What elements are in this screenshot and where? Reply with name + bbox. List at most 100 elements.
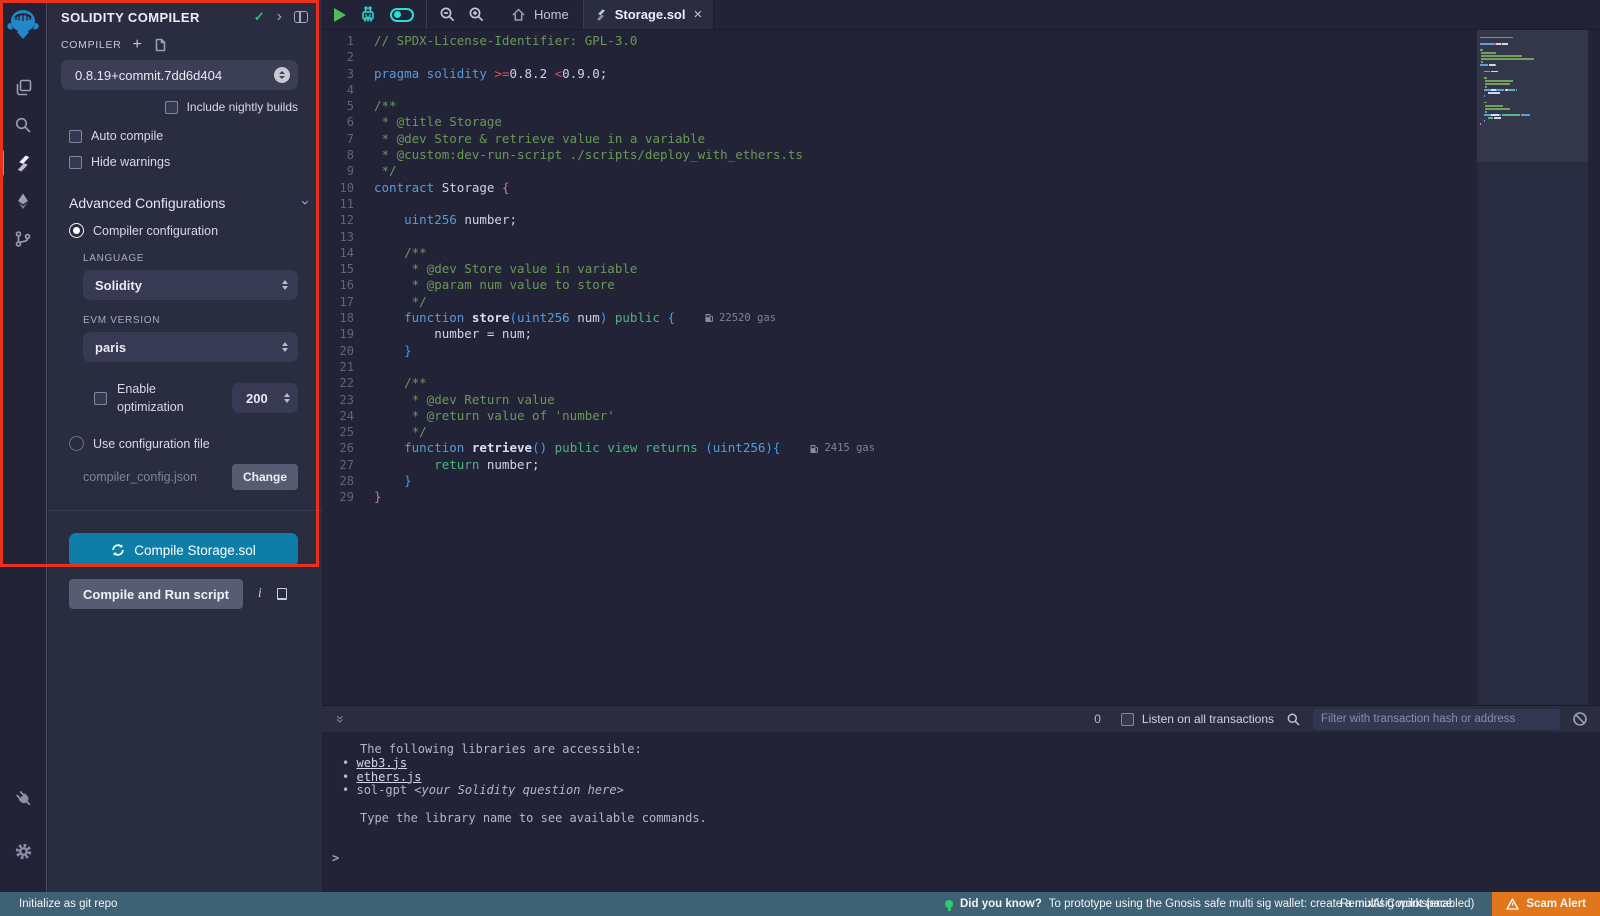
tab-home[interactable]: Home	[497, 0, 583, 29]
compiler-configuration-radio[interactable]	[69, 223, 84, 238]
code-line[interactable]: 16 * @param num value to store	[322, 277, 1600, 293]
open-file-icon[interactable]	[153, 38, 167, 52]
code-line[interactable]: 2	[322, 49, 1600, 65]
terminal-output[interactable]: The following libraries are accessible: …	[322, 732, 1600, 892]
use-config-file-label: Use configuration file	[93, 437, 210, 451]
copy-icon[interactable]	[277, 588, 287, 600]
terminal-search-icon	[1286, 712, 1301, 727]
advanced-configurations-label: Advanced Configurations	[69, 195, 225, 211]
evm-version-select[interactable]: paris	[83, 332, 298, 362]
add-compiler-icon[interactable]: +	[132, 40, 141, 50]
copilot-toggle[interactable]	[390, 8, 414, 22]
language-select[interactable]: Solidity	[83, 270, 298, 300]
code-line[interactable]: 5/**	[322, 98, 1600, 114]
code-line[interactable]: 9 */	[322, 163, 1600, 179]
code-line[interactable]: 6 * @title Storage	[322, 114, 1600, 130]
code-line[interactable]: 29}	[322, 489, 1600, 505]
evm-version-label: EVM VERSION	[83, 315, 322, 326]
zoom-in-icon[interactable]	[468, 6, 485, 23]
transaction-filter-input[interactable]	[1313, 709, 1560, 730]
compiler-section-label: COMPILER	[61, 39, 121, 51]
terminal-collapse-icon[interactable]: »	[333, 712, 349, 726]
web3-link[interactable]: web3.js	[356, 756, 407, 770]
ethers-link[interactable]: ethers.js	[356, 770, 421, 784]
lightbulb-icon	[945, 900, 953, 908]
code-line[interactable]: 14 /**	[322, 245, 1600, 261]
sidebar-item-plugin-manager[interactable]	[0, 769, 53, 829]
evm-version-value: paris	[95, 340, 126, 355]
sidebar-item-search[interactable]	[0, 106, 47, 144]
pin-panel-icon[interactable]	[294, 11, 308, 23]
sidebar-item-file-explorer[interactable]	[0, 68, 47, 106]
tab-storage-sol[interactable]: Storage.sol ×	[584, 0, 715, 29]
advanced-configurations-header[interactable]: Advanced Configurations ›	[69, 194, 308, 211]
change-config-button[interactable]: Change	[232, 464, 298, 490]
code-line[interactable]: 20 }	[322, 343, 1600, 359]
code-line[interactable]: 19 number = num;	[322, 326, 1600, 342]
code-editor[interactable]: 1// SPDX-License-Identifier: GPL-3.023pr…	[322, 30, 1600, 705]
terminal-prompt[interactable]: >	[332, 852, 339, 866]
code-line[interactable]: 13	[322, 229, 1600, 245]
listen-all-transactions-checkbox[interactable]	[1121, 713, 1134, 726]
hide-warnings-checkbox[interactable]	[69, 156, 82, 169]
run-script-play-button[interactable]	[334, 8, 346, 22]
sidebar-item-git[interactable]	[0, 220, 47, 258]
info-icon[interactable]: i	[258, 586, 262, 602]
enable-optimization-checkbox[interactable]	[94, 392, 107, 405]
code-line[interactable]: 21	[322, 359, 1600, 375]
auto-compile-checkbox[interactable]	[69, 130, 82, 143]
chevron-down-icon: ›	[297, 200, 314, 205]
code-line[interactable]: 15 * @dev Store value in variable	[322, 261, 1600, 277]
terminal-toolbar: » 0 Listen on all transactions	[322, 705, 1600, 732]
code-line[interactable]: 10contract Storage {	[322, 180, 1600, 196]
code-line[interactable]: 27 return number;	[322, 457, 1600, 473]
chevron-right-icon[interactable]: ›	[277, 11, 282, 23]
code-line[interactable]: 17 */	[322, 294, 1600, 310]
code-line[interactable]: 3pragma solidity >=0.8.2 <0.9.0;	[322, 66, 1600, 82]
gas-fuel-icon	[705, 313, 714, 323]
include-nightly-checkbox[interactable]	[165, 101, 178, 114]
compile-and-run-button[interactable]: Compile and Run script	[69, 579, 243, 609]
code-line[interactable]: 25 */	[322, 424, 1600, 440]
code-line[interactable]: 12 uint256 number;	[322, 212, 1600, 228]
code-line[interactable]: 24 * @return value of 'number'	[322, 408, 1600, 424]
compiler-version-select[interactable]: 0.8.19+commit.7dd6d404	[61, 60, 298, 90]
close-tab-icon[interactable]: ×	[693, 10, 702, 20]
select-arrows-icon	[282, 342, 288, 352]
git-branch-icon	[14, 230, 32, 248]
minimap-viewport	[1477, 30, 1588, 162]
code-line[interactable]: 28 }	[322, 473, 1600, 489]
auto-compile-label: Auto compile	[91, 129, 163, 143]
enable-optimization-label: Enable optimization	[117, 380, 203, 416]
gas-estimate: 2415 gas	[810, 440, 875, 456]
code-line[interactable]: 22 /**	[322, 375, 1600, 391]
zoom-out-icon[interactable]	[439, 6, 456, 23]
listen-all-transactions-label: Listen on all transactions	[1142, 712, 1274, 726]
git-init-button[interactable]: Initialize as git repo	[0, 898, 117, 910]
scam-alert-label: Scam Alert	[1526, 898, 1586, 910]
solidity-compiler-panel: SOLIDITY COMPILER ✓ › COMPILER + 0.8.19+…	[48, 0, 322, 892]
clear-console-icon[interactable]	[1572, 711, 1588, 727]
code-line[interactable]: 7 * @dev Store & retrieve value in a var…	[322, 131, 1600, 147]
code-line[interactable]: 1// SPDX-License-Identifier: GPL-3.0	[322, 33, 1600, 49]
code-line[interactable]: 4	[322, 82, 1600, 98]
code-line[interactable]: 26 function retrieve() public view retur…	[322, 440, 1600, 456]
sidebar-item-deploy-run[interactable]	[0, 182, 47, 220]
file-explorer-icon	[14, 78, 33, 97]
compile-button[interactable]: Compile Storage.sol	[69, 533, 298, 567]
code-line[interactable]: 8 * @custom:dev-run-script ./scripts/dep…	[322, 147, 1600, 163]
sidebar-item-settings[interactable]	[0, 832, 47, 870]
scam-alert-badge[interactable]: Scam Alert	[1492, 892, 1600, 916]
remix-logo-icon[interactable]	[5, 6, 41, 42]
sidebar-item-solidity-compiler[interactable]	[0, 144, 47, 182]
code-line[interactable]: 18 function store(uint256 num) public {2…	[322, 310, 1600, 326]
code-line[interactable]: 11	[322, 196, 1600, 212]
optimization-runs-input[interactable]: 200	[232, 383, 298, 413]
ai-copilot-robot-icon[interactable]	[358, 5, 378, 25]
minimap[interactable]	[1477, 30, 1588, 705]
code-lines: 1// SPDX-License-Identifier: GPL-3.023pr…	[322, 33, 1600, 506]
use-config-file-radio[interactable]	[69, 436, 84, 451]
panel-title: SOLIDITY COMPILER	[61, 10, 242, 25]
code-line[interactable]: 23 * @dev Return value	[322, 392, 1600, 408]
home-icon	[511, 7, 526, 22]
